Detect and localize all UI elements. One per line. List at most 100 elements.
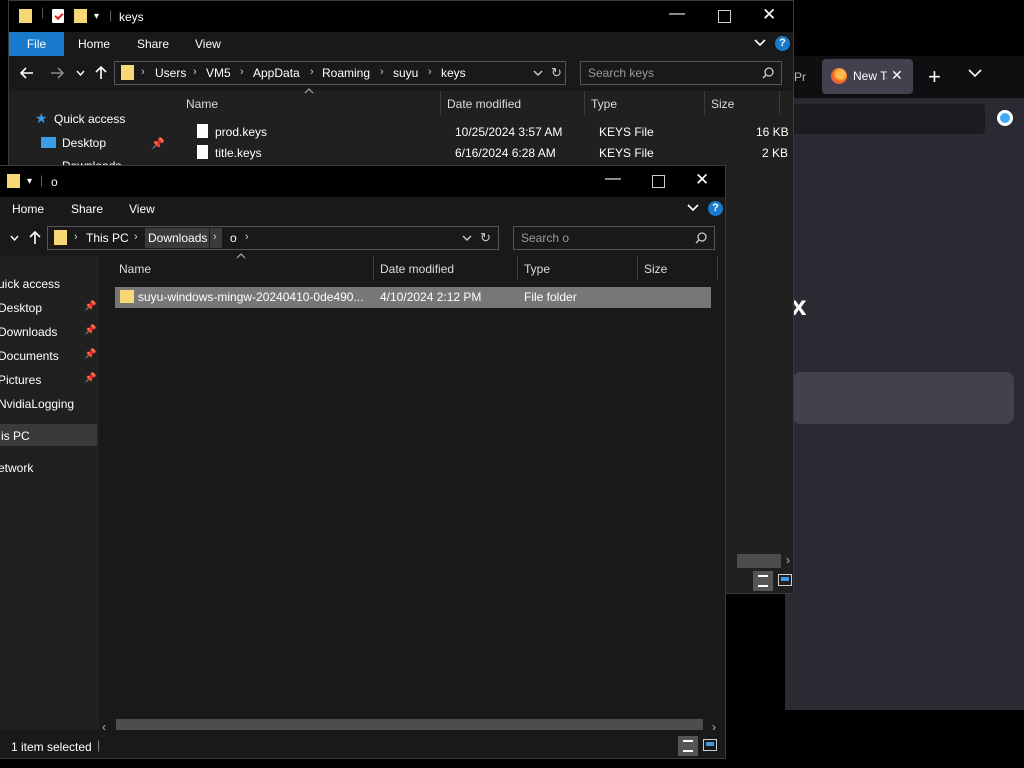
help-icon[interactable]: ? — [775, 36, 790, 51]
folder-date: 4/10/2024 2:12 PM — [380, 290, 482, 304]
properties-icon[interactable] — [52, 9, 64, 23]
tab-label: New Ta — [853, 69, 887, 83]
column-size[interactable]: Size — [711, 97, 734, 111]
column-type[interactable]: Type — [524, 262, 550, 276]
folder-name: suyu-windows-mingw-20240410-0de490... — [138, 290, 364, 304]
nav-quick-access[interactable]: Quick access — [54, 112, 125, 126]
folder-icon — [7, 174, 20, 188]
search-icon — [695, 232, 707, 244]
close-button[interactable]: ✕ — [762, 5, 776, 25]
nav-documents[interactable]: Documents — [0, 349, 59, 363]
column-name[interactable]: Name — [186, 97, 218, 111]
ribbon-expand-chevron-icon[interactable] — [687, 204, 699, 212]
ribbon-tab-view[interactable]: View — [195, 37, 221, 51]
breadcrumb-keys[interactable]: keys — [441, 66, 466, 80]
horizontal-scrollbar-thumb[interactable] — [737, 554, 781, 568]
ribbon-tab-home[interactable]: Home — [12, 202, 44, 216]
sort-ascending-icon — [236, 253, 246, 259]
column-name[interactable]: Name — [119, 262, 151, 276]
nav-network[interactable]: etwork — [0, 461, 33, 475]
file-row[interactable]: title.keys 6/16/2024 6:28 AM KEYS File 2… — [186, 144, 788, 164]
scroll-right-icon[interactable]: › — [786, 553, 790, 567]
tab-close-icon[interactable]: ✕ — [891, 67, 903, 84]
ribbon-expand-chevron-icon[interactable] — [754, 39, 766, 47]
maximize-button[interactable] — [652, 175, 665, 188]
ribbon-tab-file[interactable]: File — [9, 32, 64, 56]
up-arrow-icon[interactable] — [29, 231, 41, 245]
folder-icon — [121, 65, 134, 80]
breadcrumb-suyu[interactable]: suyu — [393, 66, 418, 80]
new-tab-plus-icon[interactable]: + — [928, 64, 941, 90]
nav-pictures[interactable]: Pictures — [0, 373, 41, 387]
column-type[interactable]: Type — [591, 97, 617, 111]
ribbon-tab-share[interactable]: Share — [71, 202, 103, 216]
desktop-icon — [41, 137, 56, 148]
back-arrow-icon[interactable] — [20, 67, 34, 79]
breadcrumb-o[interactable]: o — [230, 231, 237, 245]
file-name: prod.keys — [215, 125, 268, 139]
details-view-icon[interactable] — [753, 571, 773, 591]
file-type: KEYS File — [599, 125, 654, 139]
column-date-modified[interactable]: Date modified — [380, 262, 454, 276]
breadcrumb-downloads[interactable]: Downloads — [148, 231, 207, 245]
new-folder-icon[interactable] — [74, 9, 87, 23]
browser-tab-new-tab[interactable]: New Ta ✕ — [822, 59, 913, 94]
address-bar[interactable]: › Users › VM5 › AppData › Roaming › suyu… — [114, 61, 566, 85]
recent-locations-chevron-icon[interactable] — [76, 70, 85, 76]
address-bar[interactable]: › This PC › Downloads › o › ↻ — [47, 226, 499, 250]
pin-icon: 📌 — [151, 138, 165, 150]
ribbon-tab-share[interactable]: Share — [137, 37, 169, 51]
refresh-icon[interactable]: ↻ — [480, 230, 491, 246]
status-bar: 1 item selected | — [0, 730, 725, 758]
close-button[interactable]: ✕ — [695, 170, 709, 190]
details-view-icon[interactable] — [678, 736, 698, 756]
address-dropdown-icon[interactable] — [462, 235, 472, 241]
search-box[interactable]: Search o — [513, 226, 715, 250]
ribbon-tabs: Home Share View ? — [0, 197, 725, 221]
column-date-modified[interactable]: Date modified — [447, 97, 521, 111]
tab-list-chevron-icon[interactable] — [968, 68, 982, 78]
column-size[interactable]: Size — [644, 262, 667, 276]
nav-downloads[interactable]: Downloads — [0, 325, 57, 339]
pin-icon: 📌 — [84, 373, 97, 384]
nav-quick-access[interactable]: uick access — [0, 277, 60, 291]
search-placeholder: Search keys — [588, 66, 655, 80]
pin-icon: 📌 — [84, 349, 97, 360]
help-icon[interactable]: ? — [708, 201, 723, 216]
breadcrumb-this-pc[interactable]: This PC — [86, 231, 129, 245]
breadcrumb-users[interactable]: Users — [155, 66, 186, 80]
search-icon — [762, 67, 774, 79]
maximize-button[interactable] — [718, 10, 731, 23]
ribbon-tab-view[interactable]: View — [129, 202, 155, 216]
file-type: KEYS File — [599, 146, 654, 160]
navigation-pane: uick access Desktop 📌 Downloads 📌 Docume… — [0, 256, 99, 730]
ribbon-tab-home[interactable]: Home — [78, 37, 110, 51]
breadcrumb-vm5[interactable]: VM5 — [206, 66, 231, 80]
breadcrumb-roaming[interactable]: Roaming — [322, 66, 370, 80]
status-text: 1 item selected — [11, 740, 92, 754]
recent-locations-chevron-icon[interactable] — [10, 235, 19, 241]
search-box[interactable]: Search keys — [580, 61, 782, 85]
file-row[interactable]: prod.keys 10/25/2024 3:57 AM KEYS File 1… — [186, 123, 789, 143]
up-arrow-icon[interactable] — [95, 66, 107, 80]
file-size: 16 KB — [756, 125, 789, 139]
nav-nvidialogging[interactable]: NvidiaLogging — [0, 397, 74, 411]
browser-url-input[interactable] — [785, 104, 985, 134]
refresh-icon[interactable]: ↻ — [551, 65, 562, 81]
address-dropdown-icon[interactable] — [533, 70, 543, 76]
qat-dropdown-icon[interactable]: ▾ — [27, 176, 32, 187]
qat-dropdown-icon[interactable]: ▾ — [94, 11, 99, 22]
large-icons-view-icon[interactable] — [778, 574, 792, 586]
browser-page-search[interactable] — [793, 372, 1014, 424]
forward-arrow-icon[interactable] — [50, 67, 64, 79]
nav-desktop[interactable]: Desktop — [0, 301, 42, 315]
account-icon[interactable] — [997, 110, 1013, 126]
breadcrumb-appdata[interactable]: AppData — [253, 66, 300, 80]
file-row-selected[interactable]: suyu-windows-mingw-20240410-0de490... 4/… — [115, 287, 711, 308]
minimize-button[interactable]: — — [669, 5, 685, 23]
large-icons-view-icon[interactable] — [703, 739, 717, 751]
browser-tab-partial[interactable]: Pr — [794, 70, 806, 84]
nav-this-pc[interactable]: is PC — [1, 429, 30, 443]
minimize-button[interactable]: — — [605, 170, 621, 188]
nav-desktop[interactable]: Desktop — [62, 136, 106, 150]
